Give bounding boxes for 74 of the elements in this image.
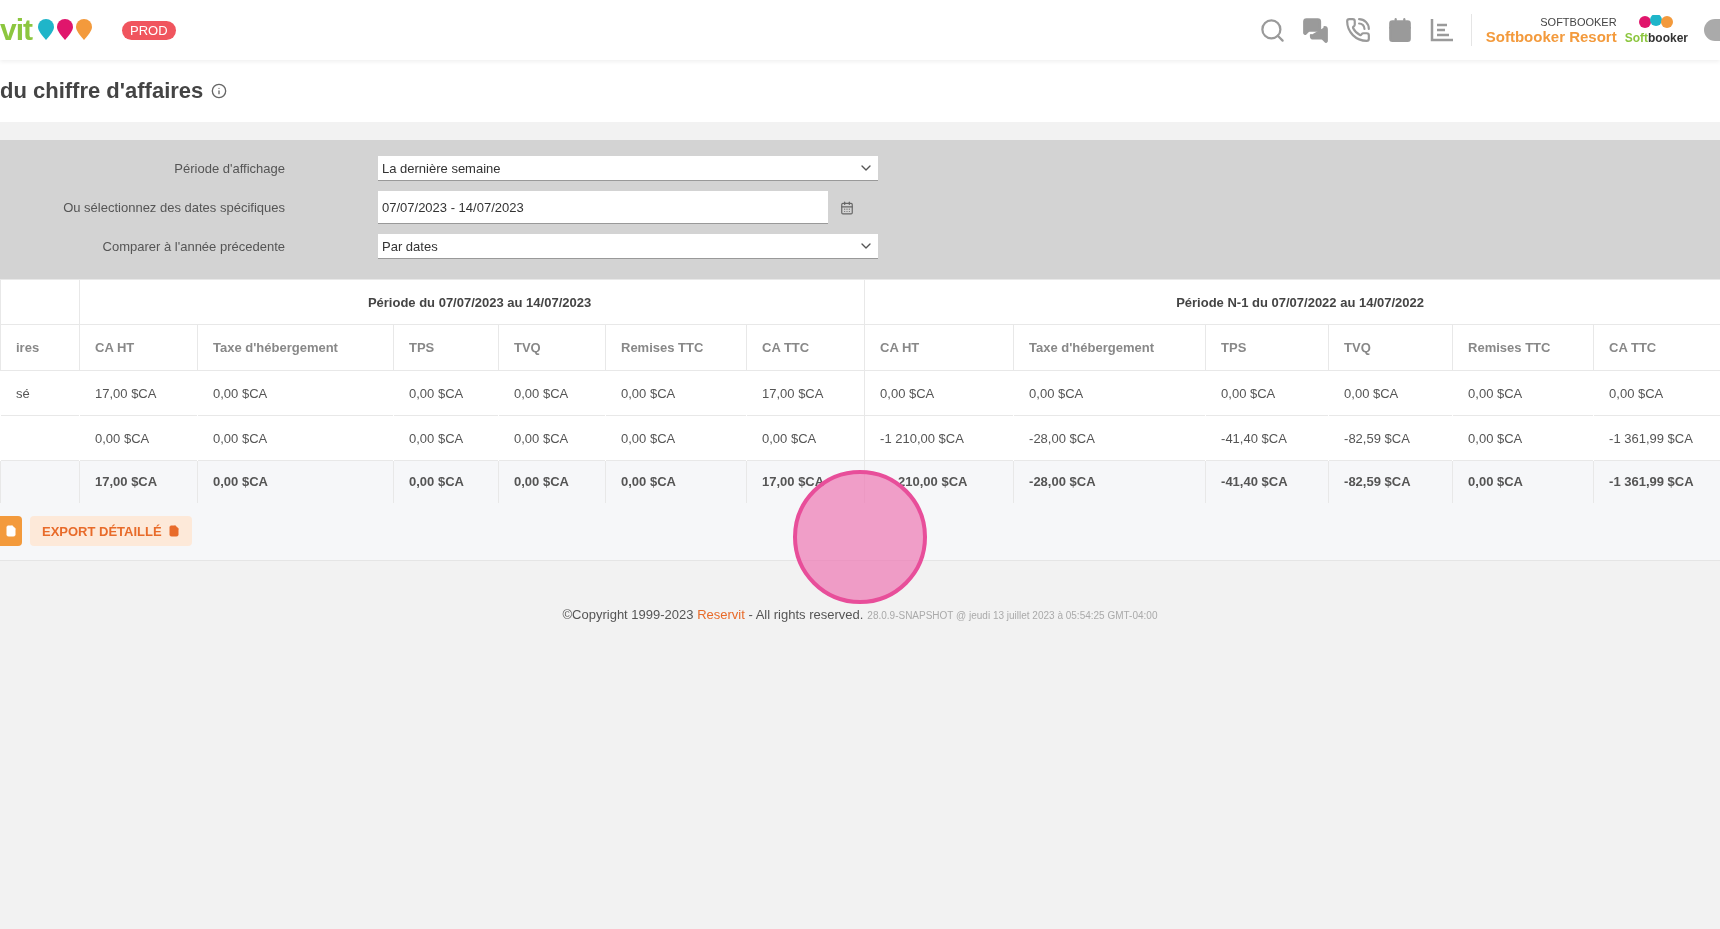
file-icon: [167, 525, 180, 537]
search-icon[interactable]: [1258, 16, 1286, 44]
logo: vit: [0, 13, 32, 47]
phone-icon[interactable]: [1344, 17, 1371, 43]
table-cell: 0,00 $CA: [605, 370, 747, 416]
page-title: du chiffre d'affaires: [0, 78, 204, 104]
table-cell: 0,00 $CA: [1328, 370, 1453, 416]
field-label: Comparer à l'année précedente: [102, 239, 285, 254]
table-cell: 17,00 $CA: [79, 370, 198, 416]
table-cell: -1 361,99 $CA: [1593, 460, 1720, 503]
column-header: Remises TTC: [1452, 324, 1594, 371]
environment-badge: PROD: [122, 20, 176, 40]
table-cell: 0,00 $CA: [864, 370, 1014, 416]
table-cell: -41,40 $CA: [1205, 460, 1329, 503]
field-label: Ou sélectionnez des dates spécifiques: [63, 200, 285, 215]
table-cell: 0,00 $CA: [1452, 415, 1594, 461]
table-cell: 0,00 $CA: [1452, 370, 1594, 416]
table-cell: 0,00 $CA: [498, 370, 606, 416]
table-cell: 0,00 $CA: [197, 415, 394, 461]
table-cell: 0,00 $CA: [1452, 460, 1594, 503]
table-cell: 0,00 $CA: [605, 460, 747, 503]
table-cell: 0,00 $CA: [393, 415, 499, 461]
period-header: Période N-1 du 07/07/2022 au 14/07/2022: [864, 279, 1720, 325]
avatar[interactable]: [1704, 19, 1720, 41]
column-header: TPS: [1205, 324, 1329, 371]
table-cell: -28,00 $CA: [1013, 415, 1206, 461]
table-cell: 0,00 $CA: [605, 415, 747, 461]
table-cell: 17,00 $CA: [79, 460, 198, 503]
calendar-icon[interactable]: [1386, 17, 1413, 43]
export-button[interactable]: [0, 516, 22, 546]
table-cell: 0,00 $CA: [1593, 370, 1720, 416]
table-cell: 0,00 $CA: [393, 460, 499, 503]
copyright-text: ©Copyright 1999-2023 Reservit - All rights reserved.: [562, 606, 864, 622]
table-cell: 0,00 $CA: [1013, 370, 1206, 416]
table-cell: 0,00 $CA: [197, 460, 394, 503]
date-range-field[interactable]: 07/07/2023 - 14/07/2023: [378, 191, 828, 224]
table-cell: -82,59 $CA: [1328, 415, 1453, 461]
table-cell: -1 210,00 $CA: [864, 415, 1014, 461]
column-header: TVQ: [1328, 324, 1453, 371]
table-cell: 0,00 $CA: [1205, 370, 1329, 416]
chat-icon[interactable]: [1301, 16, 1329, 44]
list-chart-icon[interactable]: [1428, 17, 1455, 43]
info-icon[interactable]: [211, 83, 228, 99]
column-header: CA TTC: [746, 324, 865, 371]
table-cell: -28,00 $CA: [1013, 460, 1206, 503]
column-header: Taxe d'hébergement: [1013, 324, 1206, 371]
column-header: CA HT: [864, 324, 1014, 371]
account-label: SOFTBOOKER: [1540, 15, 1617, 28]
table-cell: 0,00 $CA: [746, 415, 865, 461]
calendar-icon[interactable]: [840, 200, 854, 215]
column-header: TPS: [393, 324, 499, 371]
table-cell: 0,00 $CA: [393, 370, 499, 416]
table-cell: -41,40 $CA: [1205, 415, 1329, 461]
period-header: Période du 07/07/2023 au 14/07/2023: [79, 279, 865, 325]
pins-logo-icon: [1638, 15, 1675, 31]
file-icon: [5, 525, 17, 537]
brand-logo: Softbooker: [1624, 31, 1688, 45]
table-cell: 0,00 $CA: [498, 415, 606, 461]
select-field[interactable]: Par dates: [378, 234, 878, 259]
table-cell: -1 361,99 $CA: [1593, 415, 1720, 461]
version-text: 28.0.9-SNAPSHOT @ jeudi 13 juillet 2023 à 05:54:25 GMT-04:00: [867, 609, 1158, 621]
table-cell: 0,00 $CA: [79, 415, 198, 461]
column-header: CA HT: [79, 324, 198, 371]
table-cell: sé: [0, 370, 80, 416]
table-cell: 0,00 $CA: [498, 460, 606, 503]
column-header: Taxe d'hébergement: [197, 324, 394, 371]
table-cell: 0,00 $CA: [197, 370, 394, 416]
field-label: Période d'affichage: [174, 161, 285, 176]
select-field[interactable]: La dernière semaine: [378, 156, 878, 181]
column-header: ires: [0, 324, 80, 371]
column-header: TVQ: [498, 324, 606, 371]
column-header: Remises TTC: [605, 324, 747, 371]
table-cell: -82,59 $CA: [1328, 460, 1453, 503]
table-cell: 17,00 $CA: [746, 370, 865, 416]
